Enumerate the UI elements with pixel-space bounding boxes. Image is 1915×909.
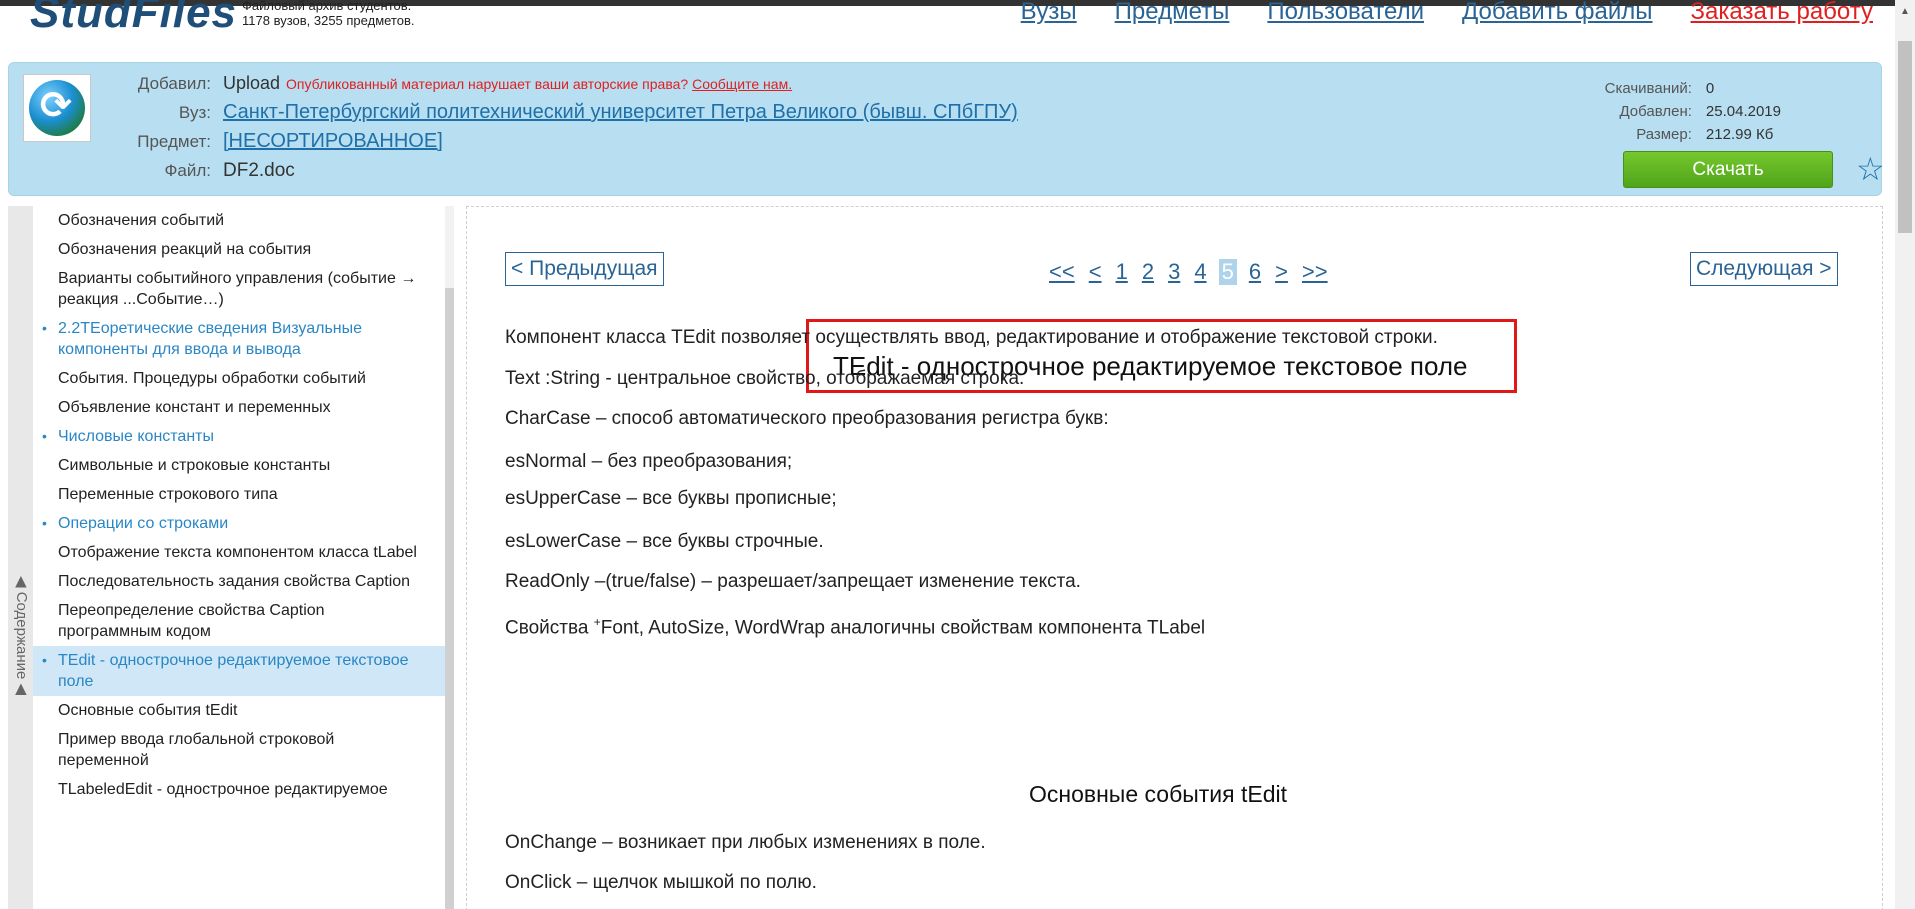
university-row: Вуз: Санкт-Петербургский политехнический… — [119, 101, 1018, 124]
toc-item[interactable]: Обозначения реакций на события — [33, 235, 445, 264]
toc-item[interactable]: Переменные строкового типа — [33, 480, 445, 509]
date-value: 25.04.2019 — [1705, 103, 1781, 120]
paragraph-properties: Свойства +Font, AutoSize, WordWrap анало… — [505, 615, 1205, 639]
file-type-icon — [23, 74, 91, 142]
toc-item[interactable]: Последовательность задания свойства Capt… — [33, 567, 445, 596]
toc-item[interactable]: Варианты событийного управления (событие… — [33, 264, 445, 314]
page-link-4[interactable]: 4 — [1192, 259, 1208, 285]
properties-prefix: Свойства — [505, 617, 594, 639]
page-scroll-thumb[interactable] — [1898, 41, 1912, 233]
download-button[interactable]: Скачать — [1623, 151, 1833, 188]
university-label: Вуз: — [178, 103, 211, 122]
back-page-link[interactable]: < — [1087, 259, 1104, 285]
previous-page-button[interactable]: < Предыдущая — [505, 252, 664, 286]
file-info-panel: Добавил: Upload Опубликованный материал … — [8, 62, 1885, 196]
forward-page-link[interactable]: > — [1273, 259, 1290, 285]
paragraph: CharCase – способ автоматического преобр… — [505, 408, 1109, 429]
downloads-label: Скачиваний: — [1604, 80, 1692, 97]
toc-item[interactable]: События. Процедуры обработки событий — [33, 364, 445, 393]
page-link-1[interactable]: 1 — [1114, 259, 1130, 285]
globe-icon — [29, 80, 85, 136]
document-viewer: < Предыдущая << <1 2 3 4 5 6 > >> Следующая > TE… — [466, 206, 1883, 909]
toc-item[interactable]: TLabeledEdit - однострочное редактируемо… — [33, 775, 445, 804]
next-page-button[interactable]: Следующая > — [1690, 252, 1838, 286]
university-link[interactable]: Санкт-Петербургский политехнический унив… — [223, 101, 1018, 123]
page-link-3[interactable]: 3 — [1166, 259, 1182, 285]
toc-item[interactable]: Основные события tEdit — [33, 696, 445, 725]
page-link-6[interactable]: 6 — [1247, 259, 1263, 285]
tagline-line-1: Файловый архив студентов. — [242, 0, 412, 13]
subject-label: Предмет: — [137, 132, 211, 151]
site-logo[interactable]: StudFiles — [30, 0, 237, 38]
nav-users[interactable]: Пользователи — [1267, 0, 1424, 26]
paragraph: esUpperCase – все буквы прописные; — [505, 488, 837, 509]
toc-item[interactable]: Отображение текста компонентом класса tL… — [33, 538, 445, 567]
properties-text: Font, AutoSize, WordWrap аналогичны свой… — [600, 617, 1206, 639]
toc-item[interactable]: Переопределение свойства Caption програм… — [33, 596, 445, 646]
added-value: Upload — [223, 73, 281, 93]
nav-order-work[interactable]: Заказать работу — [1691, 0, 1873, 26]
last-page-link[interactable]: >> — [1300, 259, 1330, 285]
toc-item[interactable]: 2.2ТЕоретические сведения Визуальные ком… — [33, 314, 445, 364]
size-stat: Размер: 212.99 Кб — [1582, 123, 1781, 146]
paragraph: OnChange – возникает при любых изменения… — [505, 832, 986, 853]
sidebar-scroll-thumb[interactable] — [445, 288, 454, 909]
copyright-warning: Опубликованный материал нарушает ваши ав… — [286, 76, 792, 92]
nav-subjects[interactable]: Предметы — [1115, 0, 1230, 26]
report-link[interactable]: Сообщите нам. — [692, 76, 792, 92]
added-label: Добавил: — [137, 74, 211, 93]
page-link-2[interactable]: 2 — [1140, 259, 1156, 285]
scroll-up-arrow-icon[interactable]: ▲ — [1900, 6, 1910, 17]
page-scrollbar[interactable]: ▲ — [1895, 0, 1915, 909]
paragraph: Text :String - центральное свойство, ото… — [505, 368, 1025, 389]
downloads-value: 0 — [1705, 80, 1715, 97]
toc-item[interactable]: Операции со строками — [33, 509, 445, 538]
toc-item[interactable]: Обозначения событий — [33, 206, 445, 235]
date-stat: Добавлен: 25.04.2019 — [1582, 100, 1781, 123]
star-icon[interactable]: ☆ — [1856, 151, 1885, 188]
file-name: DF2.doc — [223, 160, 295, 181]
site-header: StudFiles Файловый архив студентов. 1178… — [0, 0, 1895, 58]
paragraph: OnClick – щелчок мышкой по полю. — [505, 872, 817, 893]
section-subtitle: Основные события tEdit — [1029, 781, 1288, 807]
downloads-stat: Скачиваний: 0 — [1582, 77, 1781, 100]
toc-item[interactable]: TEdit - однострочное редактируемое текст… — [33, 646, 445, 696]
contents-toggle[interactable]: ◀ Содержание ◀ — [8, 206, 33, 909]
subject-link[interactable]: [НЕСОРТИРОВАННОЕ] — [223, 130, 443, 152]
first-page-link[interactable]: << — [1047, 259, 1077, 285]
toc-item[interactable]: Объявление констант и переменных — [33, 393, 445, 422]
paragraph: esNormal – без преобразования; — [505, 451, 793, 472]
size-label: Размер: — [1636, 126, 1692, 143]
superscript-plus: + — [593, 615, 601, 629]
contents-label: ◀ Содержание ◀ — [13, 576, 30, 696]
nav-add-files[interactable]: Добавить файлы — [1462, 0, 1653, 26]
tagline-line-2: 1178 вузов, 3255 предметов. — [242, 13, 415, 28]
pagination: << <1 2 3 4 5 6 > >> — [1047, 259, 1330, 285]
size-value: 212.99 Кб — [1705, 126, 1774, 143]
toc-item[interactable]: Пример ввода глобальной строковой переме… — [33, 725, 445, 775]
file-label: Файл: — [164, 161, 211, 180]
paragraph: ReadOnly –(true/false) – разрешает/запре… — [505, 571, 1081, 592]
paragraph: esLowerCase – все буквы строчные. — [505, 531, 824, 552]
toc-item[interactable]: Символьные и строковые константы — [33, 451, 445, 480]
added-by-row: Добавил: Upload Опубликованный материал … — [119, 73, 792, 94]
page-link-5: 5 — [1218, 259, 1237, 285]
paragraph: Компонент класса TEdit позволяет осущест… — [505, 327, 1438, 348]
copyright-warning-text: Опубликованный материал нарушает ваши ав… — [286, 76, 689, 92]
file-row: Файл: DF2.doc — [119, 160, 295, 182]
file-stats: Скачиваний: 0 Добавлен: 25.04.2019 Размер:… — [1582, 77, 1781, 146]
top-navigation: Вузы Предметы Пользователи Добавить файл… — [1021, 0, 1873, 26]
sidebar-scrollbar[interactable] — [445, 206, 454, 909]
nav-universities[interactable]: Вузы — [1021, 0, 1077, 26]
site-tagline: Файловый архив студентов. 1178 вузов, 32… — [242, 0, 415, 28]
table-of-contents: Обозначения событий Обозначения реакций н… — [33, 206, 445, 909]
date-label: Добавлен: — [1619, 103, 1692, 120]
toc-item[interactable]: Числовые константы — [33, 422, 445, 451]
subject-row: Предмет: [НЕСОРТИРОВАННОЕ] — [119, 130, 443, 153]
